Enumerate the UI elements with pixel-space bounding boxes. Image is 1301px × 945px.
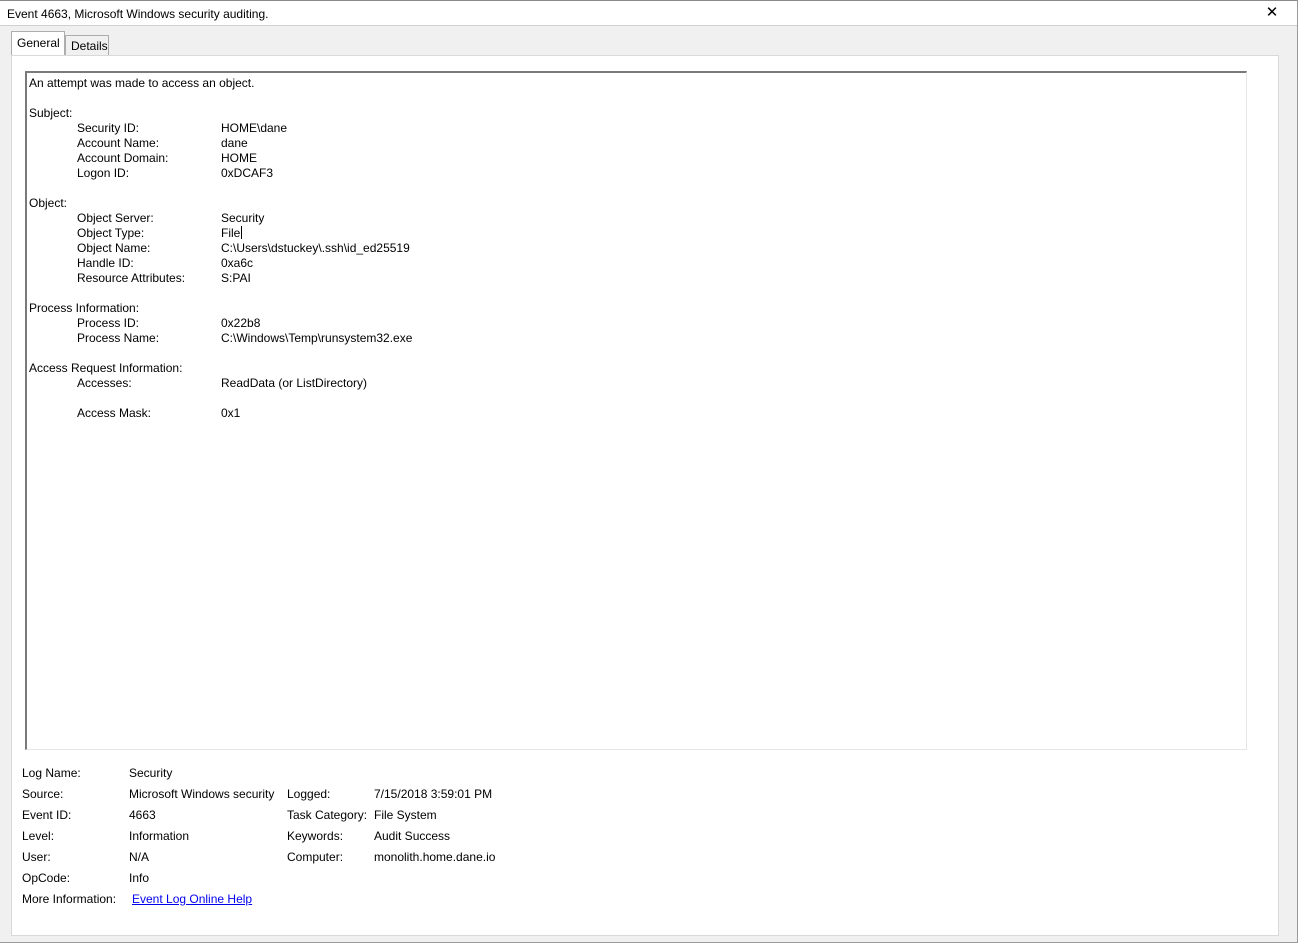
field-key: Account Name: [77, 136, 160, 150]
source-value: Microsoft Windows security [129, 787, 275, 801]
field-key: Object Type: [77, 226, 145, 240]
field-key: Process Name: [77, 331, 160, 345]
logged-label: Logged: [287, 787, 331, 801]
field-key: Handle ID: [77, 256, 134, 270]
field-value: HOME [221, 151, 257, 165]
tab-details[interactable]: Details [65, 35, 109, 55]
field-value: HOME\dane [221, 121, 288, 135]
title-bar: Event 4663, Microsoft Windows security a… [0, 0, 1297, 26]
close-icon[interactable]: ✕ [1263, 4, 1281, 22]
window-title: Event 4663, Microsoft Windows security a… [7, 7, 269, 21]
subject-heading: Subject: [29, 106, 73, 120]
opcode-value: Info [129, 871, 150, 885]
field-key: Resource Attributes: [77, 271, 186, 285]
user-value: N/A [129, 850, 150, 864]
access-heading: Access Request Information: [29, 361, 183, 375]
process-heading: Process Information: [29, 301, 140, 315]
field-key: Accesses: [77, 376, 132, 390]
event-log-online-help-link[interactable]: Event Log Online Help [132, 892, 252, 907]
level-value: Information [129, 829, 190, 843]
field-value: dane [221, 136, 248, 150]
task-category-value: File System [374, 808, 437, 822]
log-name-value: Security [129, 766, 173, 780]
field-key: Object Name: [77, 241, 151, 255]
tab-general[interactable]: General [11, 31, 65, 55]
field-key: Object Server: [77, 211, 154, 225]
text-caret [241, 226, 243, 239]
keywords-label: Keywords: [287, 829, 344, 843]
description-intro: An attempt was made to access an object. [29, 76, 255, 90]
level-label: Level: [22, 829, 55, 843]
field-value: 0xDCAF3 [221, 166, 274, 180]
source-label: Source: [22, 787, 64, 801]
keywords-value: Audit Success [374, 829, 451, 843]
event-properties-window: Event 4663, Microsoft Windows security a… [0, 0, 1298, 943]
field-key: Account Domain: [77, 151, 169, 165]
object-heading: Object: [29, 196, 68, 210]
field-value: Security [221, 211, 265, 225]
field-value: ReadData (or ListDirectory) [221, 376, 368, 390]
log-name-label: Log Name: [22, 766, 81, 780]
event-id-label: Event ID: [22, 808, 72, 822]
computer-label: Computer: [287, 850, 344, 864]
logged-value: 7/15/2018 3:59:01 PM [374, 787, 493, 801]
field-value: S:PAI [221, 271, 251, 285]
field-value: File [221, 226, 241, 240]
field-value-with-caret: File [221, 226, 243, 241]
field-key: Security ID: [77, 121, 140, 135]
user-label: User: [22, 850, 51, 864]
field-value: C:\Users\dstuckey\.ssh\id_ed25519 [221, 241, 410, 255]
task-category-label: Task Category: [287, 808, 368, 822]
field-value: C:\Windows\Temp\runsystem32.exe [221, 331, 413, 345]
more-information-label: More Information: [22, 892, 117, 906]
field-value: 0x1 [221, 406, 241, 420]
computer-value: monolith.home.dane.io [374, 850, 496, 864]
opcode-label: OpCode: [22, 871, 71, 885]
field-key: Logon ID: [77, 166, 130, 180]
event-description-textbox[interactable]: An attempt was made to access an object.… [25, 71, 1247, 750]
field-key: Process ID: [77, 316, 140, 330]
field-value: 0x22b8 [221, 316, 261, 330]
field-key: Access Mask: [77, 406, 152, 420]
general-tab-panel: An attempt was made to access an object.… [11, 55, 1279, 936]
field-value: 0xa6c [221, 256, 254, 270]
event-id-value: 4663 [129, 808, 156, 822]
